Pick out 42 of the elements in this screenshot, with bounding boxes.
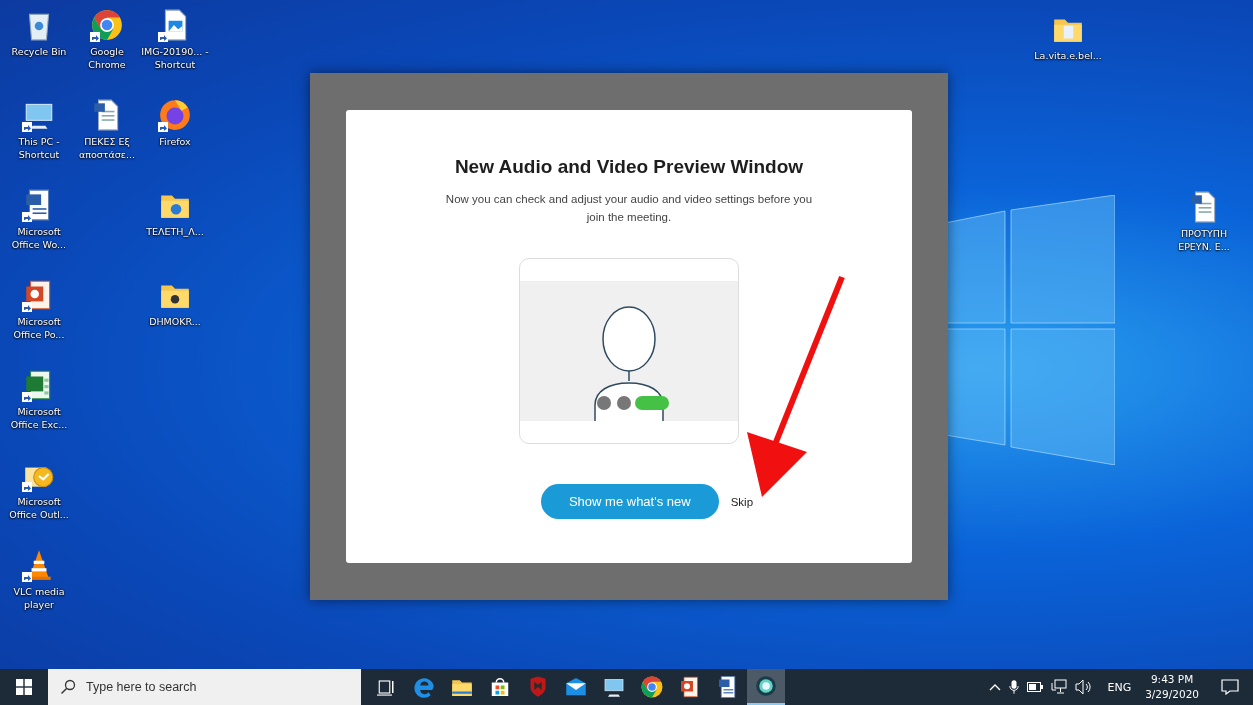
skip-link[interactable]: Skip bbox=[730, 495, 754, 508]
icon-label[interactable]: Google Chrome bbox=[73, 45, 141, 71]
shortcut-arrow-icon bbox=[22, 122, 32, 132]
icon-label[interactable]: ΤΕΛΕΤΗ_Λ... bbox=[141, 225, 209, 238]
language-indicator[interactable]: ENG bbox=[1107, 680, 1132, 694]
browser-icon[interactable] bbox=[640, 675, 664, 699]
network-icon[interactable] bbox=[1051, 679, 1068, 695]
icon-label[interactable]: ΠΕΚΕΣ Εξ αποστάσε... bbox=[73, 135, 141, 161]
browser-icon[interactable] bbox=[158, 98, 192, 132]
clock-time[interactable]: 9:43 PM bbox=[1150, 672, 1194, 687]
icon-label[interactable]: ΠΡΟΤΥΠΗ ΕΡΕΥΝ. Ε... bbox=[1170, 227, 1238, 253]
shortcut-arrow-icon bbox=[22, 302, 32, 312]
shortcut-arrow-icon bbox=[22, 212, 32, 222]
ring-icon[interactable] bbox=[754, 674, 778, 698]
icon-label[interactable]: La.vita.e.bel... bbox=[1034, 49, 1102, 62]
shortcut-arrow-icon bbox=[22, 572, 32, 582]
volume-icon[interactable] bbox=[1075, 679, 1094, 695]
shortcut-arrow-icon bbox=[158, 32, 168, 42]
notification-icon[interactable] bbox=[1221, 679, 1239, 695]
search-icon bbox=[60, 679, 76, 695]
icon-label[interactable]: IMG-20190... - Shortcut bbox=[141, 45, 209, 71]
browser-icon[interactable] bbox=[90, 8, 124, 42]
icon-label[interactable]: This PC - Shortcut bbox=[5, 135, 73, 161]
icon-label[interactable]: Microsoft Office Outl... bbox=[5, 495, 73, 521]
icon-label[interactable]: DHMOKR... bbox=[141, 315, 209, 328]
shortcut-arrow-icon bbox=[22, 482, 32, 492]
shortcut-arrow-icon bbox=[90, 32, 100, 42]
windows-icon bbox=[16, 679, 32, 695]
icon-label[interactable]: VLC media player bbox=[5, 585, 73, 611]
icon-label[interactable]: Recycle Bin bbox=[5, 45, 73, 58]
dialog-title: New Audio and Video Preview Window bbox=[454, 156, 804, 178]
shortcut-arrow-icon bbox=[158, 122, 168, 132]
icon-label[interactable]: Microsoft Office Exc... bbox=[5, 405, 73, 431]
search-field[interactable]: Type here to search bbox=[48, 669, 361, 705]
shortcut-arrow-icon bbox=[22, 392, 32, 402]
clock-date[interactable]: 3/29/2020 bbox=[1145, 687, 1199, 702]
icon-label[interactable]: Microsoft Office Wo... bbox=[5, 225, 73, 251]
icon-label[interactable]: Firefox bbox=[141, 135, 209, 148]
microphone-icon[interactable] bbox=[1009, 679, 1020, 695]
battery-icon[interactable] bbox=[1027, 682, 1044, 692]
icon-label[interactable]: Microsoft Office Po... bbox=[5, 315, 73, 341]
dialog-description: Now you can check and adjust your audio and video settings before you join the meeting. bbox=[444, 192, 814, 225]
